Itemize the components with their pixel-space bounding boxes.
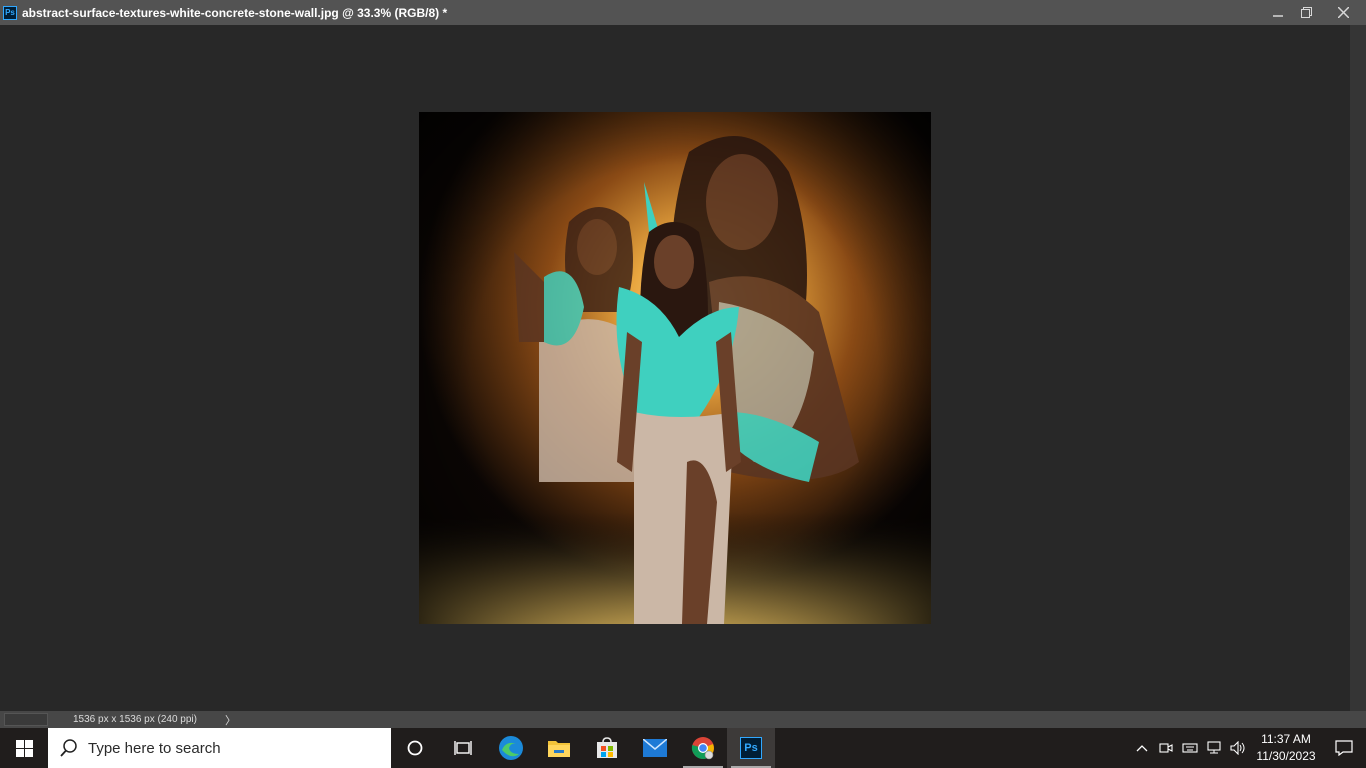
- restore-icon: [1300, 7, 1312, 18]
- file-explorer-button[interactable]: [535, 728, 583, 768]
- edge-button[interactable]: [487, 728, 535, 768]
- show-hidden-icons-button[interactable]: [1130, 728, 1154, 768]
- title-bar: Ps abstract-surface-textures-white-concr…: [0, 0, 1366, 25]
- search-placeholder: Type here to search: [88, 739, 221, 757]
- task-view-icon: [454, 741, 472, 755]
- document-canvas[interactable]: [419, 112, 931, 624]
- clock-date: 11/30/2023: [1256, 749, 1316, 763]
- input-indicator-button[interactable]: [1178, 728, 1202, 768]
- file-explorer-icon: [548, 741, 570, 757]
- meet-now-button[interactable]: [1154, 728, 1178, 768]
- start-button[interactable]: [0, 728, 48, 768]
- camera-icon: [1159, 743, 1173, 753]
- store-button[interactable]: [583, 728, 631, 768]
- canvas-image: [419, 112, 931, 624]
- document-info: 1536 px x 1536 px (240 ppi): [73, 714, 197, 725]
- close-button[interactable]: [1320, 0, 1366, 25]
- store-icon: [597, 737, 617, 758]
- chrome-icon: [691, 737, 714, 760]
- restore-button[interactable]: [1292, 0, 1320, 25]
- zoom-field[interactable]: [4, 713, 48, 726]
- photoshop-taskbar-icon: Ps: [740, 737, 762, 759]
- task-view-button[interactable]: [439, 728, 487, 768]
- cortana-icon: [407, 740, 423, 756]
- document-title: abstract-surface-textures-white-concrete…: [22, 5, 448, 20]
- action-center-button[interactable]: [1322, 728, 1366, 768]
- minimize-button[interactable]: [1264, 0, 1292, 25]
- system-tray: 11:37 AM 11/30/2023: [1130, 728, 1366, 768]
- vertical-scrollbar[interactable]: [1350, 25, 1366, 711]
- clock-time: 11:37 AM: [1261, 732, 1311, 746]
- volume-icon: [1230, 741, 1245, 755]
- clock[interactable]: 11:37 AM 11/30/2023: [1250, 731, 1322, 765]
- network-button[interactable]: [1202, 728, 1226, 768]
- notification-icon: [1335, 740, 1353, 756]
- photoshop-taskbar-button[interactable]: Ps: [727, 728, 775, 768]
- mail-button[interactable]: [631, 728, 679, 768]
- keyboard-icon: [1182, 743, 1198, 753]
- search-box[interactable]: Type here to search: [48, 728, 391, 768]
- windows-icon: [15, 739, 33, 757]
- volume-button[interactable]: [1226, 728, 1250, 768]
- chrome-button[interactable]: [679, 728, 727, 768]
- cortana-button[interactable]: [391, 728, 439, 768]
- minimize-icon: [1273, 14, 1283, 17]
- search-icon: [60, 739, 78, 757]
- taskbar: Type here to search Ps 11:37 AM 11/30/20…: [0, 728, 1366, 768]
- edge-icon: [499, 736, 523, 760]
- status-menu-arrow[interactable]: 〉: [225, 712, 236, 728]
- close-icon: [1337, 7, 1349, 18]
- photoshop-icon: Ps: [3, 5, 17, 20]
- mail-icon: [643, 739, 667, 757]
- window-controls: [1264, 0, 1366, 25]
- network-icon: [1207, 741, 1221, 754]
- chevron-up-icon: [1136, 745, 1148, 752]
- status-bar: 1536 px x 1536 px (240 ppi) 〉: [0, 711, 1366, 728]
